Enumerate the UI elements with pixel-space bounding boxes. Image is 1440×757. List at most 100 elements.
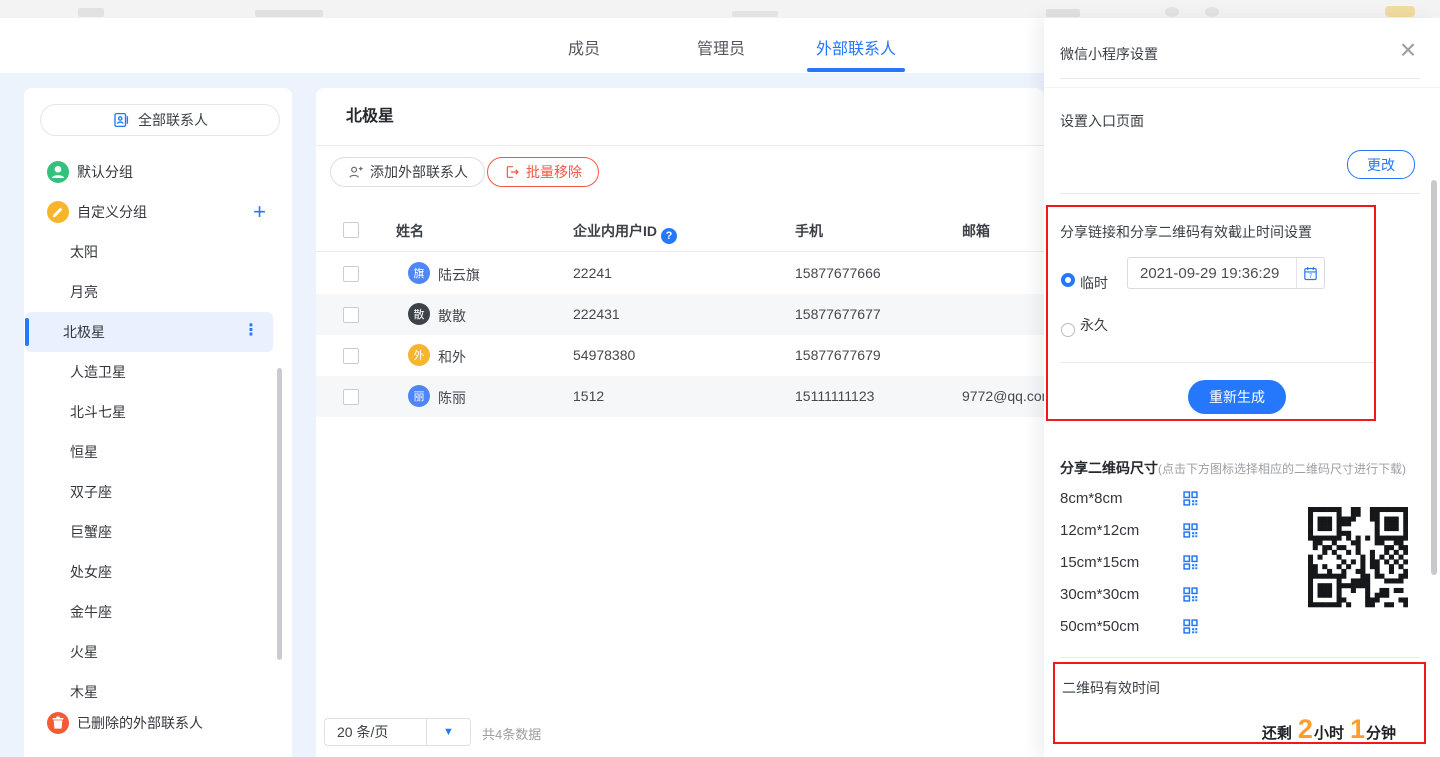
sidebar: 全部联系人 默认分组 自定义分组 + 太阳 月亮 北极星 ⋮ 人造卫星 北斗七星…: [24, 88, 292, 757]
group-label: 人造卫星: [70, 362, 126, 382]
divider: [1060, 78, 1420, 79]
qr-size-label: 15cm*15cm: [1060, 554, 1183, 571]
group-item[interactable]: 月亮: [32, 272, 284, 312]
table-row[interactable]: 丽 陈丽 1512 15111111123 9772@qq.com: [316, 376, 1044, 417]
sidebar-item-deleted-contacts[interactable]: 已删除的外部联系人: [24, 703, 292, 743]
group-label: 北极星: [63, 322, 105, 342]
cell-id: 1512: [573, 388, 604, 404]
divider: [316, 145, 1044, 146]
avatar: 丽: [408, 385, 430, 407]
qr-download-icon[interactable]: [1183, 523, 1198, 538]
group-label: 双子座: [70, 482, 112, 502]
add-external-contact-button[interactable]: 添加外部联系人: [330, 157, 485, 187]
cell-name: 陈丽: [438, 388, 466, 408]
cell-email: 9772@qq.com: [962, 388, 1044, 404]
all-contacts-button[interactable]: 全部联系人: [40, 104, 280, 136]
radio-temporary[interactable]: [1061, 273, 1075, 287]
column-phone: 手机: [795, 221, 823, 241]
change-button[interactable]: 更改: [1347, 150, 1415, 179]
qr-download-icon[interactable]: [1183, 491, 1198, 506]
group-item[interactable]: 北斗七星: [32, 392, 284, 432]
close-icon[interactable]: ×: [1394, 36, 1422, 64]
select-all-checkbox[interactable]: [343, 222, 359, 238]
qr-size-label: 12cm*12cm: [1060, 522, 1183, 539]
group-item[interactable]: 巨蟹座: [32, 512, 284, 552]
remove-button-label: 批量移除: [526, 162, 582, 182]
remaining-label: 还剩: [1262, 722, 1292, 743]
qr-size-row: 8cm*8cm: [1060, 482, 1260, 514]
qr-size-row: 12cm*12cm: [1060, 514, 1260, 546]
cell-id: 22241: [573, 265, 612, 281]
tab-external-contacts[interactable]: 外部联系人: [807, 38, 905, 62]
divider: [1044, 87, 1440, 88]
group-label: 火星: [70, 642, 98, 662]
qr-size-row: 15cm*15cm: [1060, 546, 1260, 578]
row-checkbox[interactable]: [343, 348, 359, 364]
qr-validity-title: 二维码有效时间: [1062, 678, 1160, 698]
tab-admins[interactable]: 管理员: [689, 38, 753, 62]
group-label: 北斗七星: [70, 402, 126, 422]
help-icon[interactable]: ?: [661, 228, 677, 244]
table-row[interactable]: 外 和外 54978380 15877677679: [316, 335, 1044, 376]
group-item[interactable]: 恒星: [32, 432, 284, 472]
default-group-label: 默认分组: [77, 162, 133, 182]
divider: [1060, 657, 1420, 658]
page-size-select[interactable]: 20 条/页 ▼: [324, 718, 471, 746]
group-item[interactable]: 处女座: [32, 552, 284, 592]
table-row[interactable]: 散 散散 222431 15877677677: [316, 294, 1044, 335]
batch-remove-button[interactable]: 批量移除: [487, 157, 599, 187]
cell-name: 散散: [438, 306, 466, 326]
regenerate-button[interactable]: 重新生成: [1188, 380, 1286, 414]
group-item[interactable]: 人造卫星: [32, 352, 284, 392]
avatar: 散: [408, 303, 430, 325]
row-checkbox[interactable]: [343, 307, 359, 323]
screen: 成员 管理员 外部联系人 全部联系人 默认分组 自定义分组 + 太阳: [0, 0, 1440, 757]
group-label: 处女座: [70, 562, 112, 582]
minutes-unit: 分钟: [1366, 722, 1396, 743]
page-size-value: 20 条/页: [325, 722, 426, 742]
selected-indicator-bar: [25, 318, 29, 346]
qr-download-icon[interactable]: [1183, 587, 1198, 602]
group-item[interactable]: 火星: [32, 632, 284, 672]
group-label: 月亮: [70, 282, 98, 302]
tab-members[interactable]: 成员: [556, 38, 612, 62]
permanent-label: 永久: [1080, 315, 1108, 335]
qr-download-icon[interactable]: [1183, 619, 1198, 634]
calendar-icon[interactable]: 7: [1297, 265, 1324, 282]
pencil-icon: [47, 201, 69, 223]
qr-size-label: 30cm*30cm: [1060, 586, 1183, 603]
row-checkbox[interactable]: [343, 266, 359, 282]
table-row[interactable]: 旗 陆云旗 22241 15877677666: [316, 253, 1044, 294]
divider: [1060, 362, 1374, 363]
row-checkbox[interactable]: [343, 389, 359, 405]
page-scrollbar[interactable]: [1431, 180, 1437, 575]
faded-remnant: [1165, 7, 1179, 17]
faded-remnant: [732, 11, 778, 17]
contact-book-icon: [112, 111, 130, 129]
sidebar-scrollbar[interactable]: [277, 368, 282, 660]
qr-download-icon[interactable]: [1183, 555, 1198, 570]
cell-phone: 15111111123: [795, 388, 874, 404]
column-id-label: 企业内用户ID: [573, 223, 657, 239]
custom-group-label: 自定义分组: [77, 202, 147, 222]
group-item[interactable]: 双子座: [32, 472, 284, 512]
remaining-hours: 2: [1298, 714, 1313, 745]
qr-size-title-bold: 分享二维码尺寸: [1060, 460, 1158, 476]
main-content: 北极星 添加外部联系人 批量移除 姓名 企业内用户ID? 手机 邮箱 旗 陆云: [316, 88, 1044, 757]
panel-title: 微信小程序设置: [1060, 44, 1158, 64]
group-item[interactable]: 太阳: [32, 232, 284, 272]
qr-countdown: 还剩 2 小时 1 分钟: [1262, 714, 1396, 745]
sidebar-item-custom-group[interactable]: 自定义分组 +: [24, 192, 292, 232]
group-label: 木星: [70, 682, 98, 702]
group-more-menu-icon[interactable]: ⋮: [243, 320, 259, 340]
group-item-selected[interactable]: 北极星 ⋮: [25, 312, 273, 352]
sidebar-item-default-group[interactable]: 默认分组: [24, 152, 292, 192]
group-label: 恒星: [70, 442, 98, 462]
expiry-date-input[interactable]: 2021-09-29 19:36:29 7: [1127, 257, 1325, 289]
faded-crown-icon: [1385, 6, 1415, 17]
radio-permanent[interactable]: [1061, 323, 1075, 337]
group-item[interactable]: 金牛座: [32, 592, 284, 632]
qr-size-title: 分享二维码尺寸(点击下方图标选择相应的二维码尺寸进行下载): [1060, 458, 1406, 478]
faded-remnant: [255, 10, 323, 17]
add-group-icon[interactable]: +: [253, 198, 266, 226]
